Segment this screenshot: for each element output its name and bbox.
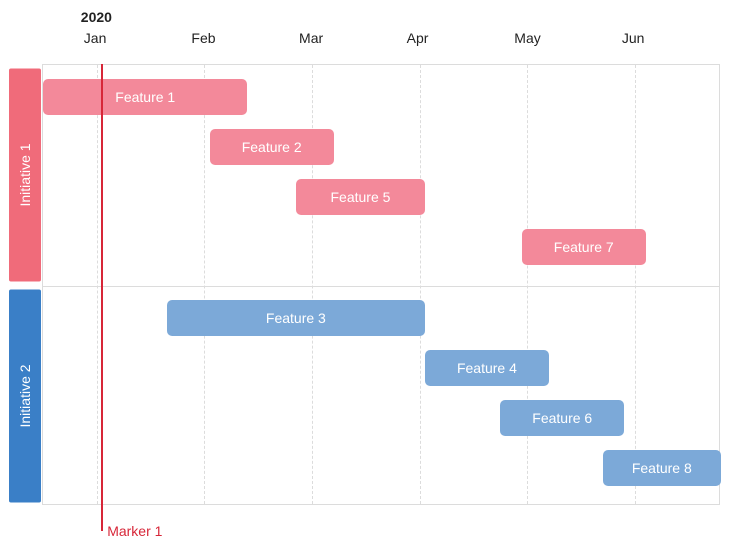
plot-area: Initiative 1Initiative 2Feature 1Feature…	[42, 64, 720, 505]
bar-feature-1[interactable]: Feature 1	[43, 79, 247, 115]
gridline	[527, 65, 528, 504]
month-label: Apr	[407, 30, 429, 46]
gridline	[420, 65, 421, 504]
bar-feature-6[interactable]: Feature 6	[500, 400, 624, 436]
bar-feature-2[interactable]: Feature 2	[210, 129, 334, 165]
bar-feature-5[interactable]: Feature 5	[296, 179, 425, 215]
bar-label: Feature 2	[242, 139, 302, 155]
month-label: Mar	[299, 30, 323, 46]
month-label: May	[514, 30, 540, 46]
bar-feature-8[interactable]: Feature 8	[603, 450, 721, 486]
gridline	[204, 65, 205, 504]
swimlane-divider	[43, 286, 719, 287]
month-label: Feb	[191, 30, 215, 46]
time-axis-header: 2020 Jan Feb Mar Apr May Jun	[42, 0, 720, 64]
bar-label: Feature 8	[632, 460, 692, 476]
marker-line[interactable]	[101, 64, 103, 531]
swimlane-initiative-2[interactable]: Initiative 2	[9, 290, 41, 503]
month-label: Jun	[622, 30, 645, 46]
gridline	[635, 65, 636, 504]
bar-feature-7[interactable]: Feature 7	[522, 229, 646, 265]
bar-label: Feature 6	[532, 410, 592, 426]
bar-feature-3[interactable]: Feature 3	[167, 300, 425, 336]
month-label: Jan	[84, 30, 107, 46]
year-label: 2020	[81, 9, 112, 25]
bar-label: Feature 3	[266, 310, 326, 326]
bar-feature-4[interactable]: Feature 4	[425, 350, 549, 386]
bar-label: Feature 5	[330, 189, 390, 205]
bar-label: Feature 7	[554, 239, 614, 255]
gridline	[97, 65, 98, 504]
marker-label: Marker 1	[107, 523, 162, 539]
bar-label: Feature 1	[115, 89, 175, 105]
swimlane-initiative-1[interactable]: Initiative 1	[9, 69, 41, 282]
bar-label: Feature 4	[457, 360, 517, 376]
gantt-chart: 2020 JanFebMarAprMayJun Initiative 1Init…	[0, 0, 730, 545]
